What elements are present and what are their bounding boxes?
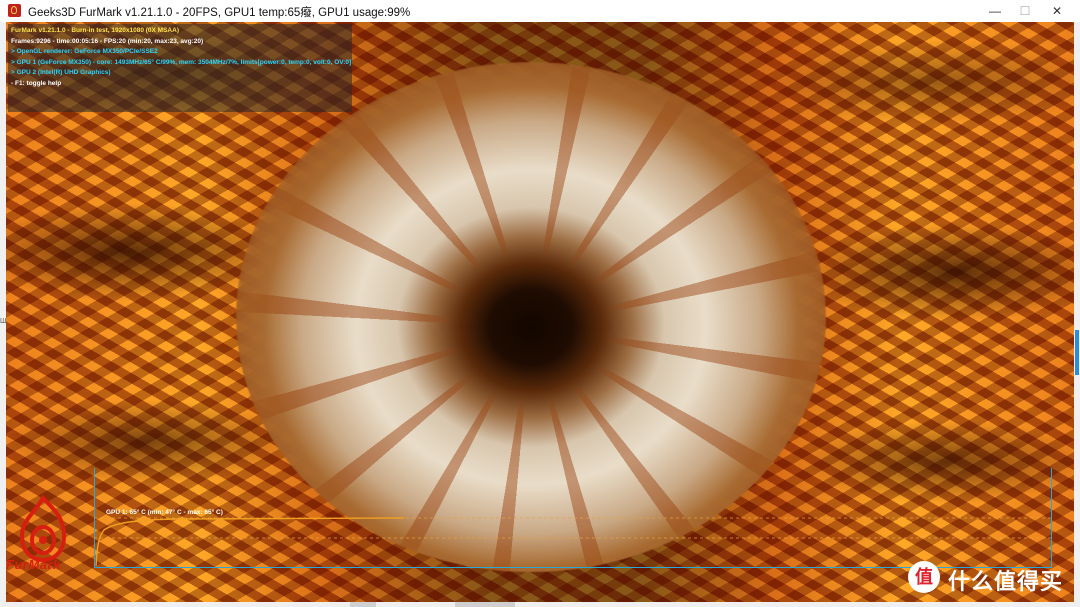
right-window-edge [1074, 22, 1080, 607]
temperature-graph-plot [94, 517, 1052, 567]
close-button[interactable]: ✕ [1042, 0, 1072, 22]
hud-gpu2-line: > GPU 2 (Intel(R) UHD Graphics) [11, 69, 111, 76]
hud-renderer-line: > OpenGL renderer: GeForce MX350/PCIe/SS… [11, 48, 158, 55]
temperature-curve [95, 517, 405, 567]
graph-temp-label: GPU 1: 65° C (min: 47° C - max: 65° C) [106, 509, 223, 516]
furmark-app-icon [8, 4, 21, 17]
bottom-tab-1 [350, 602, 376, 607]
bottom-tab-2 [455, 602, 515, 607]
watermark-badge-glyph: 值 [915, 567, 933, 587]
bottom-strip [0, 602, 1080, 607]
maximize-button[interactable]: ☐ [1010, 0, 1040, 22]
window-title: Geeks3D FurMark v1.21.1.0 - 20FPS, GPU1 … [28, 7, 411, 19]
hud-frames-line: Frames:9296 - time:00:05:16 - FPS:20 (mi… [11, 37, 204, 45]
hud-overlay: FurMark v1.21.1.0 - Burn-in test, 1920x1… [8, 24, 352, 112]
title-bar: Geeks3D FurMark v1.21.1.0 - 20FPS, GPU1 … [0, 0, 1080, 23]
hud-title-line: FurMark v1.21.1.0 - Burn-in test, 1920x1… [11, 27, 179, 34]
furmark-logo-text: FurMark [6, 557, 61, 572]
hud-gpu1-line: > GPU 1 (GeForce MX350) - core: 1493MHz/… [11, 58, 352, 66]
watermark-text: 什么值得买 [948, 569, 1064, 594]
hud-help-line: - F1: toggle help [11, 79, 62, 87]
right-edge-chip [1075, 330, 1079, 375]
minimize-button[interactable]: — [980, 0, 1010, 22]
